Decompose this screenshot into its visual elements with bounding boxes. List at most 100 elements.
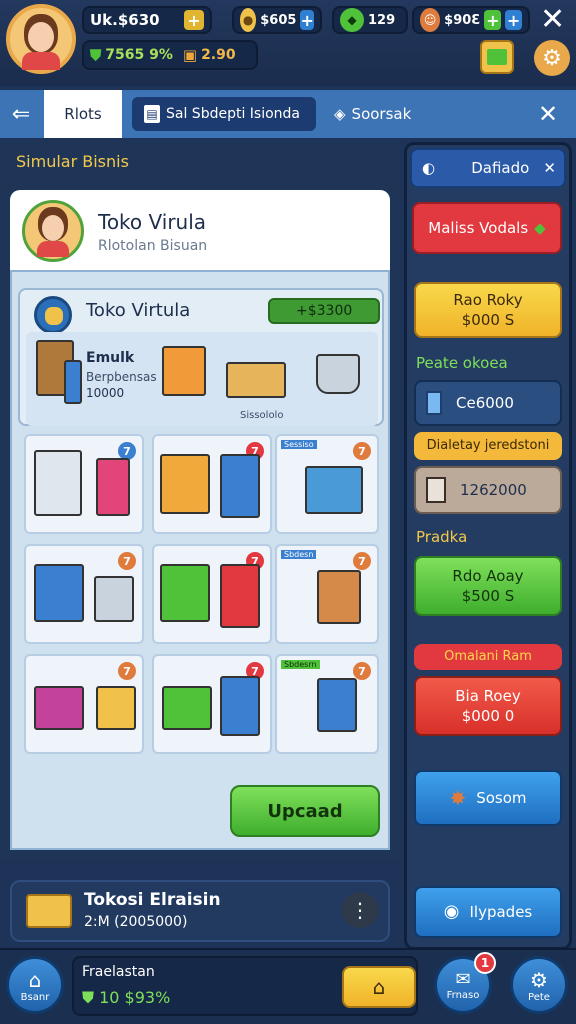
tile-badge: 7 — [118, 552, 136, 570]
sidebar-header[interactable]: ◐ Dafiado ✕ — [410, 148, 566, 188]
info-icon: ◐ — [422, 159, 436, 177]
sidebar-header-label: Dafiado — [471, 159, 530, 177]
store-button[interactable]: ⌂ — [342, 966, 416, 1008]
money-counter: Uk.$630 + — [82, 6, 212, 34]
treasure-icon: ▣ — [182, 46, 198, 64]
updates-label: Ilypades — [469, 903, 533, 921]
yellow-line2: $000 S — [461, 311, 515, 329]
money-value: Uk.$630 — [90, 11, 160, 29]
resource1-counter: ● $605 + — [232, 6, 322, 34]
resource3-value: $90Ɛ — [444, 12, 481, 28]
resource1-value: $605 — [260, 12, 297, 28]
shield-icon: ⛊ — [90, 46, 102, 64]
chat-label: Frnaso — [446, 990, 480, 1001]
store-caption: Sissololo — [240, 410, 284, 421]
status-bar: ⛊ 7565 9% ▣ 2.90 — [82, 40, 258, 70]
document-icon: ▤ — [144, 105, 160, 123]
tools-icon: ✸ — [449, 786, 467, 810]
section-label-1: Peate okoea — [416, 354, 508, 372]
blue-action-label: Sosom — [476, 789, 527, 807]
add-resource1-button[interactable]: + — [300, 10, 314, 30]
add-money-button[interactable]: + — [184, 10, 204, 30]
close-sidebar-icon[interactable]: ✕ — [543, 158, 556, 178]
player-avatar[interactable] — [6, 4, 76, 74]
item-tile[interactable]: 7 — [24, 434, 144, 534]
updates-button[interactable]: ◉ Ilypades — [414, 886, 562, 938]
location-card[interactable]: Tokosi Elraisin 2:M (2005000) ⋮ — [10, 880, 390, 942]
tile-badge: 7 — [353, 662, 371, 680]
tile-tag: Sbdesrn — [281, 660, 320, 669]
item-tile[interactable]: Sbdesrn 7 — [275, 654, 379, 754]
shop-icon[interactable] — [480, 40, 514, 74]
stat-card-2: 1262000 — [414, 466, 562, 514]
settings-gear-icon[interactable]: ⚙ — [534, 40, 570, 76]
close-icon[interactable]: ✕ — [540, 2, 565, 37]
tab-label: Rlots — [64, 105, 102, 123]
settings-button[interactable]: ⚙ Pete — [510, 956, 568, 1014]
tab-rlots[interactable]: Rlots — [44, 90, 122, 138]
business-header-card: Toko Virula Rlotolan Bisuan — [10, 190, 390, 270]
tile-tag: Sbdesn — [281, 550, 317, 559]
tab-bar: ⇐ Rlots ▤ Sal Sbdepti Isionda ◈ Soorsak … — [0, 90, 576, 138]
business-subtitle: Rlotolan Bisuan — [98, 238, 208, 254]
cart-icon — [316, 354, 360, 394]
location-subtitle: 2:M (2005000) — [84, 914, 188, 930]
section-label-2: Pradka — [416, 528, 468, 546]
store-detail-area: Emulk Berpbensas 10000 Sissololo — [26, 332, 378, 426]
tab-sbdepti[interactable]: ▤ Sal Sbdepti Isionda — [132, 97, 316, 131]
resource3-counter: ☺ $90Ɛ + + — [412, 6, 530, 34]
tab-label: Soorsak — [351, 105, 412, 123]
right-sidebar — [404, 142, 572, 950]
item-tile[interactable]: 7 — [24, 544, 144, 644]
yellow-line1: Rao Roky — [453, 291, 523, 309]
green-action-button[interactable]: Rdo Aoay $500 S — [414, 556, 562, 616]
store-icon: ⌂ — [372, 975, 386, 999]
gear-icon: ⚙ — [530, 967, 548, 992]
bottom-status-title: Fraelastan — [82, 964, 155, 980]
resource2-counter: ◆ 129 — [332, 6, 408, 34]
bottom-status-panel: Fraelastan ⛊ 10 $93% ⌂ — [72, 956, 418, 1016]
owner-avatar — [22, 200, 84, 262]
green-line2: $500 S — [461, 587, 515, 605]
globe-icon — [34, 296, 72, 334]
item-tile[interactable]: Sbdesn 7 — [275, 544, 379, 644]
stat-card-1: Ce6000 — [414, 380, 562, 426]
tab-soorsak[interactable]: ◈ Soorsak — [334, 90, 454, 138]
tile-badge: 7 — [118, 662, 136, 680]
close-tab-icon[interactable]: ✕ — [538, 90, 568, 138]
yellow-action-button[interactable]: Rao Roky $000 S — [414, 282, 562, 338]
home-button[interactable]: ⌂ Bsanr — [6, 956, 64, 1014]
store-panel: Toko Virtula +$3300 Emulk Berpbensas 100… — [18, 288, 384, 426]
business-title: Toko Virula — [98, 210, 207, 234]
home-icon: ⌂ — [28, 967, 42, 992]
item-tile[interactable]: 7 — [152, 434, 272, 534]
income-value: +$3300 — [296, 303, 353, 319]
green-line1: Rdo Aoay — [452, 567, 524, 585]
red-action-button-2[interactable]: Bia Roey $000 0 — [414, 676, 562, 736]
add-resource3b-button[interactable]: + — [505, 10, 522, 30]
item-tile[interactable]: 7 — [24, 654, 144, 754]
eye-icon: ◉ — [443, 901, 460, 922]
add-resource3-button[interactable]: + — [484, 10, 502, 30]
blue-action-button[interactable]: ✸ Sosom — [414, 770, 562, 826]
item-tile[interactable]: Sessiso 7 — [275, 434, 379, 534]
calculator-icon — [426, 477, 446, 503]
red2-line2: $000 0 — [461, 707, 515, 725]
red-banner: Omalani Ram — [414, 644, 562, 670]
gem-icon: ◆ — [340, 8, 364, 32]
detail-title: Emulk — [86, 350, 135, 366]
item-tile[interactable]: 7 — [152, 544, 272, 644]
upgrade-button[interactable]: Upcaad — [230, 785, 380, 837]
settings-label: Pete — [528, 991, 550, 1003]
status-value2: 2.90 — [201, 47, 236, 63]
red-action-button[interactable]: Maliss Vodals ◆ — [412, 202, 562, 254]
gold-bar-icon — [26, 894, 72, 928]
item-tile[interactable]: 7 — [152, 654, 272, 754]
more-options-icon[interactable]: ⋮ — [342, 892, 378, 928]
back-arrow-icon[interactable]: ⇐ — [0, 90, 42, 138]
gem-icon: ◆ — [534, 219, 546, 237]
bottom-status-number: 10 $93% — [99, 988, 171, 1007]
tile-badge: 7 — [353, 442, 371, 460]
page-title: Simular Bisnis — [16, 152, 129, 171]
info-banner: Dialetay jeredstoni — [414, 432, 562, 460]
